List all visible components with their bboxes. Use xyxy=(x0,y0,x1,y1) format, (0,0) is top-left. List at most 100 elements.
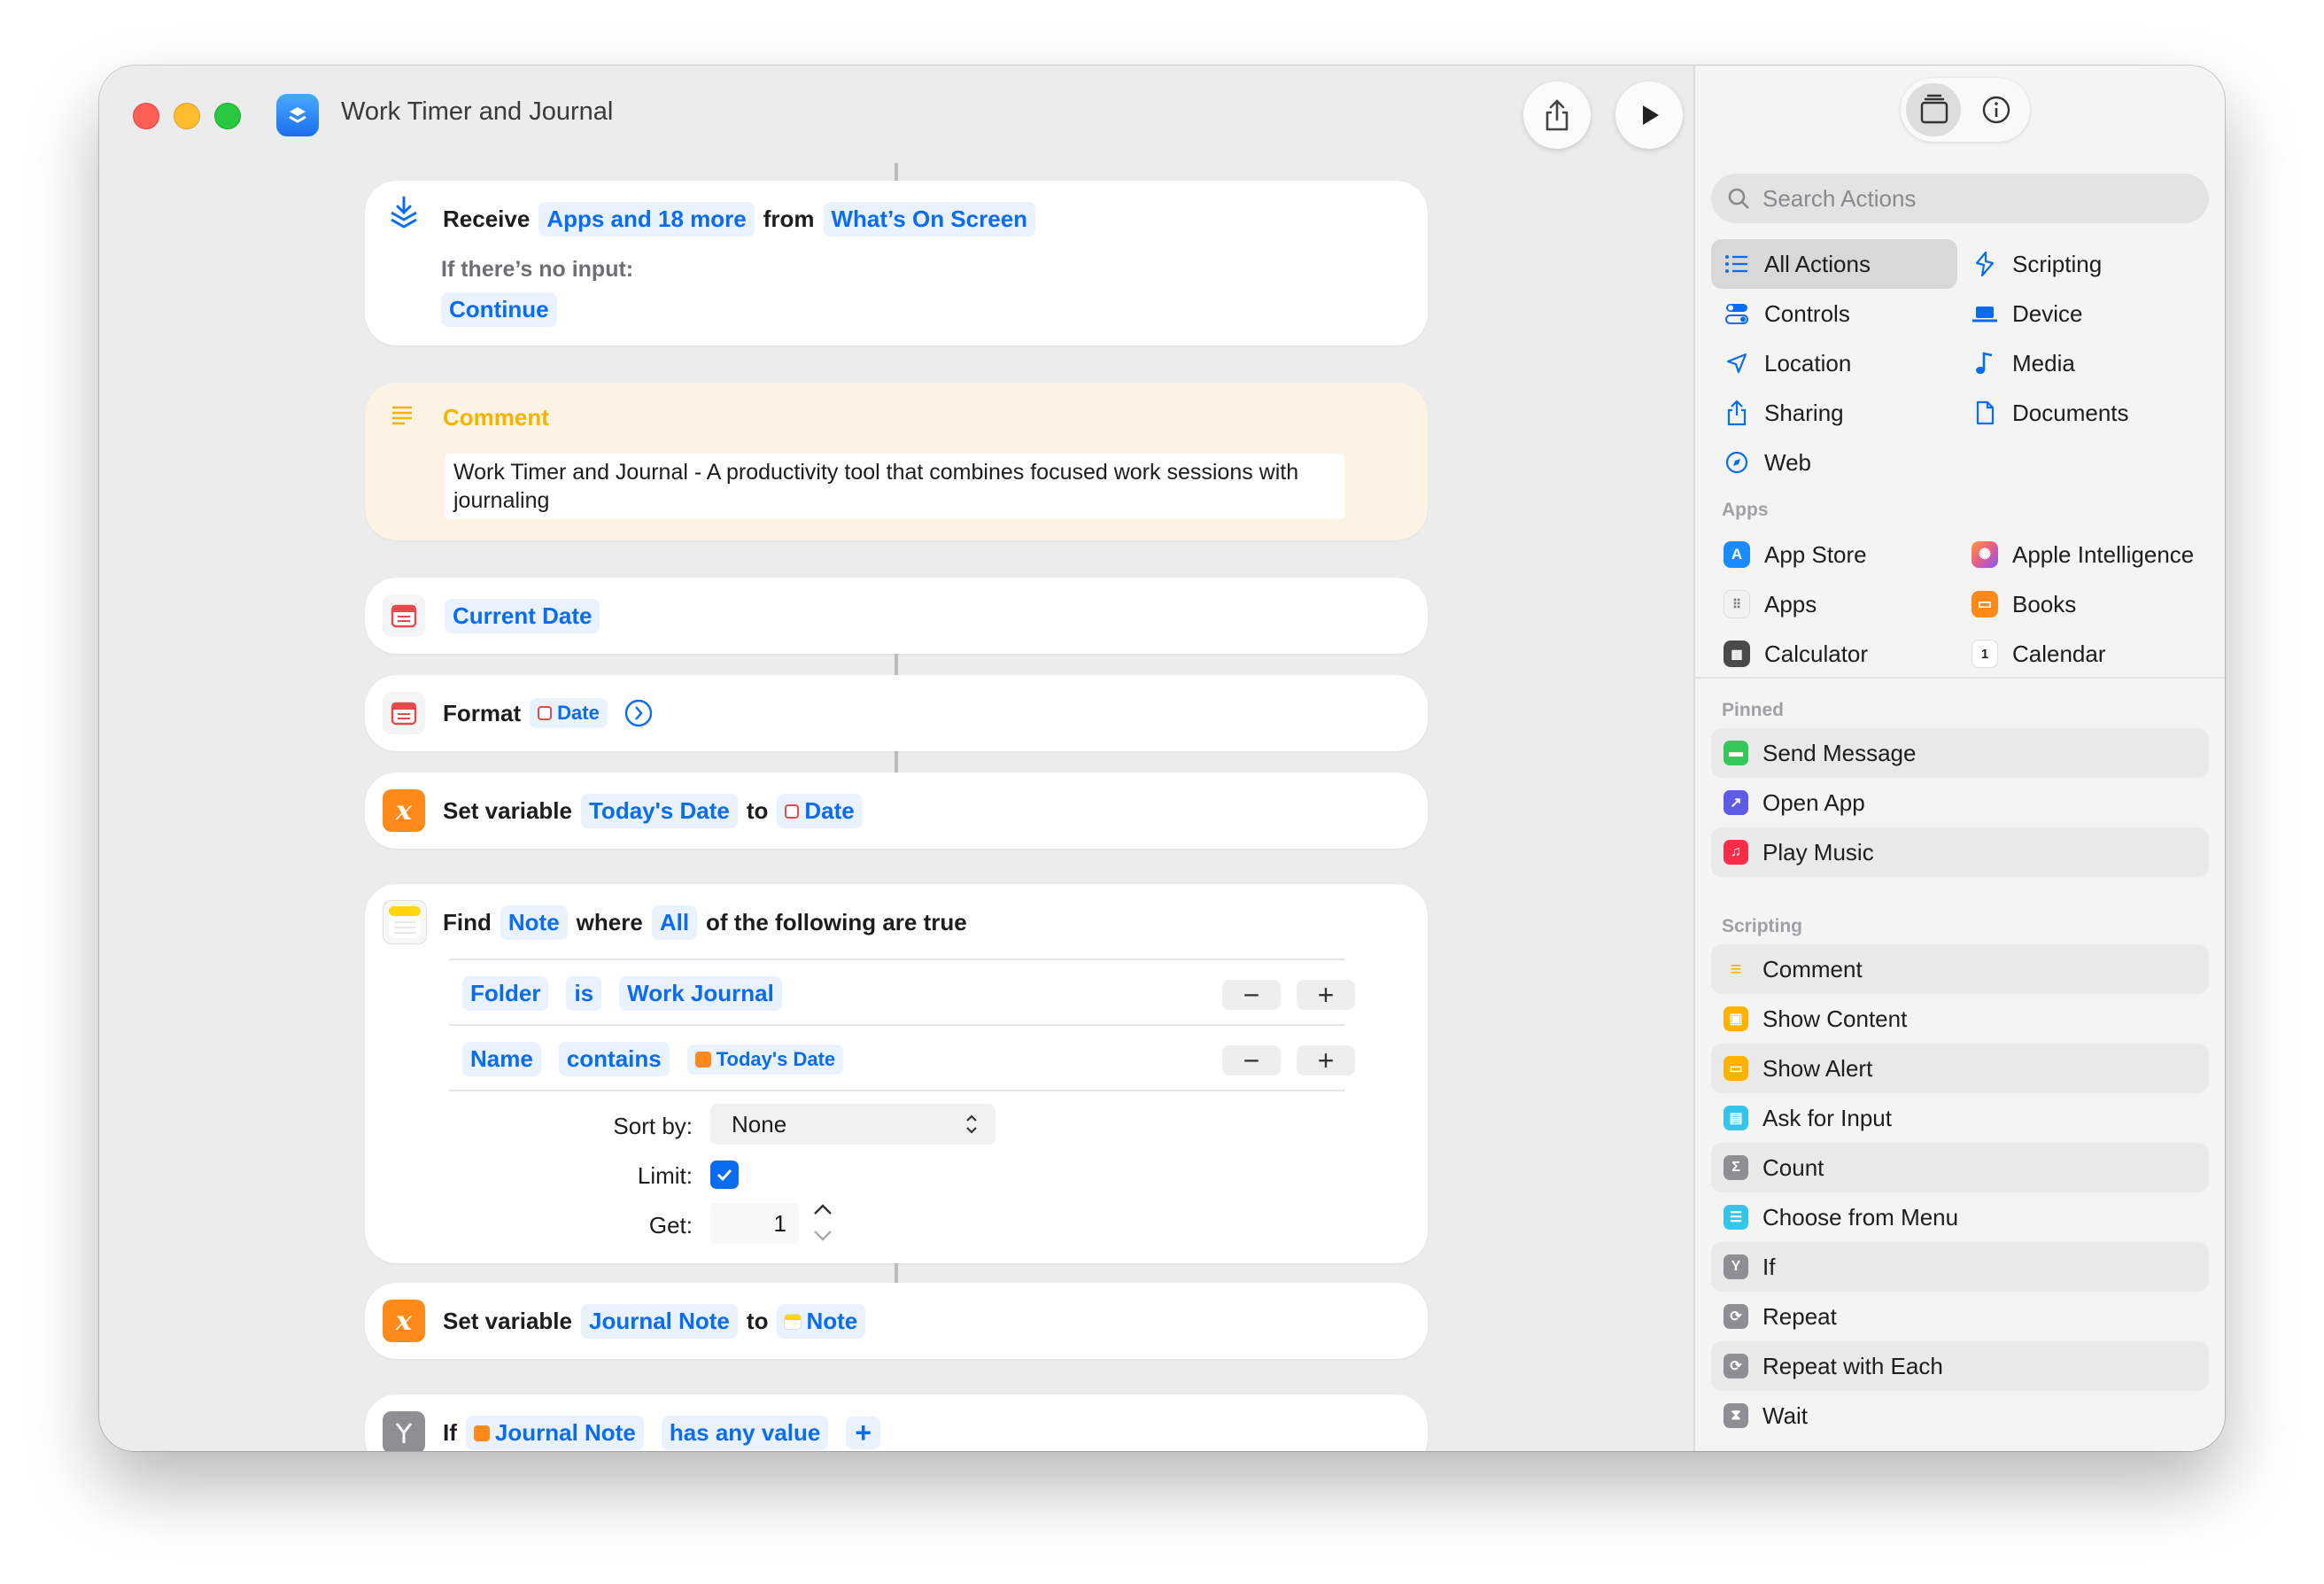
divider xyxy=(449,1024,1345,1026)
filter-operator-token[interactable]: contains xyxy=(558,1042,670,1076)
set-variable-action[interactable]: x Set variable Journal Note to Note xyxy=(365,1283,1428,1359)
scripting-repeat-with-each[interactable]: ⟳ Repeat with Each xyxy=(1711,1341,2209,1391)
current-date-action[interactable]: Current Date xyxy=(365,578,1428,654)
scripting-comment[interactable]: ≡ Comment xyxy=(1711,944,2209,994)
comment-action[interactable]: Comment Work Timer and Journal - A produ… xyxy=(365,383,1428,540)
library-stack-icon[interactable] xyxy=(1918,94,1950,126)
add-filter-button[interactable]: + xyxy=(1297,1044,1355,1076)
remove-filter-button[interactable]: − xyxy=(1222,979,1281,1011)
app-item-app-store[interactable]: A App Store xyxy=(1711,530,1957,579)
action-label: Choose from Menu xyxy=(1762,1203,1959,1231)
laptop-icon xyxy=(1972,300,1998,327)
add-condition-button[interactable]: + xyxy=(846,1417,881,1449)
find-notes-action[interactable]: Find Note where All of the following are… xyxy=(365,884,1428,1263)
menu-icon: ☰ xyxy=(1724,1205,1748,1230)
filter-value-token[interactable]: Today's Date xyxy=(686,1044,844,1075)
receive-action[interactable]: Receive Apps and 18 more from What’s On … xyxy=(365,181,1428,346)
calendar-icon xyxy=(538,706,553,720)
app-item-books[interactable]: ▭ Books xyxy=(1959,579,2205,629)
variable-name-token[interactable]: Today's Date xyxy=(580,794,738,828)
close-window-button[interactable] xyxy=(133,103,159,129)
set-variable-action[interactable]: x Set variable Today's Date to Date xyxy=(365,773,1428,849)
scripting-wait[interactable]: ⧗ Wait xyxy=(1711,1391,2209,1440)
note-type-token[interactable]: Note xyxy=(500,905,568,940)
scripting-if[interactable]: Y If xyxy=(1711,1242,2209,1292)
filter-field-token[interactable]: Folder xyxy=(462,976,549,1011)
no-input-behavior-token[interactable]: Continue xyxy=(441,292,557,327)
app-label: Calculator xyxy=(1764,640,1869,667)
category-all-actions[interactable]: All Actions xyxy=(1711,239,1957,289)
category-device[interactable]: Device xyxy=(1959,289,2205,338)
flow-connector xyxy=(895,1263,898,1283)
category-documents[interactable]: Documents xyxy=(1959,388,2205,438)
title-bar: Work Timer and Journal xyxy=(99,66,1693,172)
limit-label: Limit: xyxy=(637,1162,693,1189)
pinned-open-app[interactable]: ↗ Open App xyxy=(1711,778,2209,827)
pinned-section-header: Pinned xyxy=(1722,700,1785,720)
input-source-token[interactable]: What’s On Screen xyxy=(823,202,1036,237)
category-web[interactable]: Web xyxy=(1711,438,1957,487)
comment-text-field[interactable]: Work Timer and Journal - A productivity … xyxy=(445,454,1344,519)
get-count-stepper[interactable] xyxy=(808,1198,838,1247)
flow-connector xyxy=(895,751,898,773)
variable-name-token[interactable]: Journal Note xyxy=(580,1304,738,1339)
remove-filter-button[interactable]: − xyxy=(1222,1044,1281,1076)
chevron-updown-icon xyxy=(966,1114,977,1134)
if-action[interactable]: If Journal Note has any value + xyxy=(365,1394,1428,1451)
pinned-send-message[interactable]: ▬ Send Message xyxy=(1711,728,2209,778)
category-scripting[interactable]: Scripting xyxy=(1959,239,2205,289)
if-input-token[interactable]: Journal Note xyxy=(465,1416,644,1450)
app-item-apple-intelligence[interactable]: ✺ Apple Intelligence xyxy=(1959,530,2225,579)
filter-field-token[interactable]: Name xyxy=(462,1042,541,1076)
if-label: If xyxy=(443,1419,457,1446)
category-label: Media xyxy=(2012,349,2075,377)
apps-section-header: Apps xyxy=(1722,500,1769,520)
if-condition-token[interactable]: has any value xyxy=(661,1416,829,1450)
scripting-count[interactable]: Σ Count xyxy=(1711,1143,2209,1192)
category-location[interactable]: Location xyxy=(1711,338,1957,388)
category-controls[interactable]: Controls xyxy=(1711,289,1957,338)
scripting-choose-from-menu[interactable]: ☰ Choose from Menu xyxy=(1711,1192,2209,1242)
chevron-circle-icon[interactable] xyxy=(624,698,654,728)
input-types-token[interactable]: Apps and 18 more xyxy=(538,202,755,237)
info-icon[interactable] xyxy=(1980,94,2012,126)
branch-icon xyxy=(383,1411,425,1451)
zoom-window-button[interactable] xyxy=(214,103,241,129)
date-variable-token[interactable]: Date xyxy=(530,698,608,728)
get-count-field[interactable]: 1 xyxy=(710,1203,799,1244)
category-label: Controls xyxy=(1764,299,1850,327)
calendar-icon xyxy=(383,692,425,734)
app-item-apps[interactable]: ⠿ Apps xyxy=(1711,579,1957,629)
sidebar-segmented-control xyxy=(1901,78,2030,142)
calculator-icon: ▦ xyxy=(1724,641,1750,667)
category-media[interactable]: Media xyxy=(1959,338,2205,388)
limit-checkbox[interactable] xyxy=(710,1161,739,1189)
format-date-action[interactable]: Format Date xyxy=(365,675,1428,751)
sort-by-label: Sort by: xyxy=(613,1113,693,1139)
app-item-calculator[interactable]: ▦ Calculator xyxy=(1711,629,1957,679)
sort-by-select[interactable]: None xyxy=(710,1104,995,1145)
category-sharing[interactable]: Sharing xyxy=(1711,388,1957,438)
scripting-ask-for-input[interactable]: ▤ Ask for Input xyxy=(1711,1093,2209,1143)
run-button[interactable] xyxy=(1615,82,1683,149)
note-variable-label: Note xyxy=(806,1308,858,1334)
filter-value-token[interactable]: Work Journal xyxy=(619,976,782,1011)
quantifier-token[interactable]: All xyxy=(651,905,698,940)
date-variable-token[interactable]: Date xyxy=(777,794,863,828)
document-icon xyxy=(1972,400,1998,426)
app-item-calendar[interactable]: 1 Calendar xyxy=(1959,629,2205,679)
scripting-show-alert[interactable]: ▭ Show Alert xyxy=(1711,1044,2209,1093)
add-filter-button[interactable]: + xyxy=(1297,979,1355,1011)
scripting-show-content[interactable]: ▣ Show Content xyxy=(1711,994,2209,1044)
scripting-repeat[interactable]: ⟳ Repeat xyxy=(1711,1292,2209,1341)
current-date-token[interactable]: Current Date xyxy=(445,599,600,633)
location-arrow-icon xyxy=(1724,350,1750,377)
share-icon xyxy=(1724,400,1750,426)
pinned-play-music[interactable]: ♫ Play Music xyxy=(1711,827,2209,877)
note-variable-token[interactable]: Note xyxy=(777,1304,866,1339)
filter-operator-token[interactable]: is xyxy=(566,976,602,1011)
share-button[interactable] xyxy=(1523,82,1591,149)
set-variable-label: Set variable xyxy=(443,797,572,824)
search-actions-field[interactable]: Search Actions xyxy=(1711,174,2209,223)
minimize-window-button[interactable] xyxy=(174,103,200,129)
